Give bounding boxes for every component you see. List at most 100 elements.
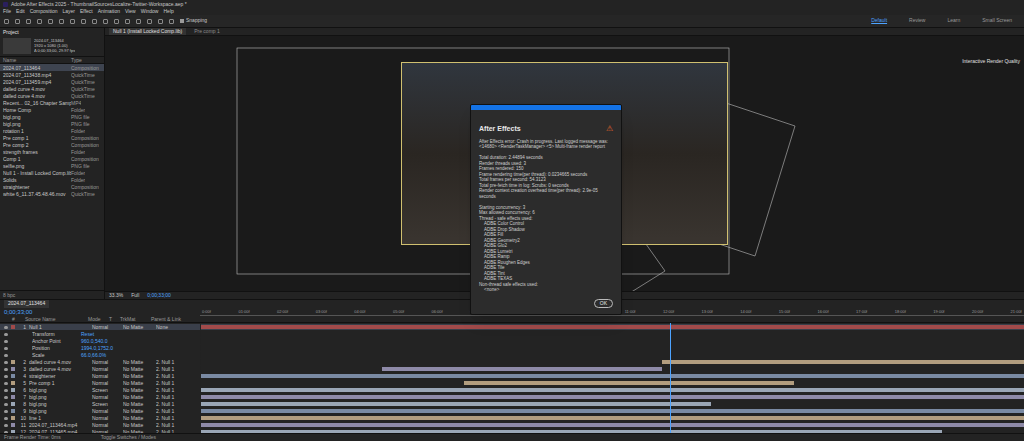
layer-mode[interactable]: Normal	[92, 359, 120, 365]
layer-name[interactable]: Null 1	[29, 324, 89, 330]
layer-parent[interactable]: 2. Null 1	[156, 415, 186, 421]
workspace-tab[interactable]: Review	[901, 17, 933, 25]
layer-parent[interactable]: 2. Null 1	[156, 373, 186, 379]
menu-item[interactable]: Composition	[30, 8, 58, 15]
timeline-row[interactable]: 2dalled curve 4.movNormalNo Matte2. Null…	[0, 359, 1024, 365]
menu-item[interactable]: File	[3, 8, 11, 15]
timeline-row[interactable]: TransformReset	[0, 331, 1024, 337]
layer-parent[interactable]: 2. Null 1	[156, 429, 186, 433]
eye-icon[interactable]	[4, 347, 8, 350]
tool-icon[interactable]	[92, 19, 97, 24]
layer-name[interactable]: bigl.png	[29, 401, 89, 407]
layer-bar[interactable]	[201, 388, 1024, 392]
layer-bar[interactable]	[201, 395, 1024, 399]
layer-trkmat[interactable]: No Matte	[123, 415, 153, 421]
project-item[interactable]: strength framesFolder	[0, 148, 104, 155]
tool-icon[interactable]	[169, 19, 174, 24]
layer-name[interactable]: dalled curve 4.mov	[29, 366, 89, 372]
playhead[interactable]	[670, 323, 671, 433]
tool-icon[interactable]	[48, 19, 53, 24]
project-item[interactable]: 2024.07_113438.mp4QuickTime	[0, 71, 104, 78]
timeline-row[interactable]: 1Null 1NormalNo MatteNone	[0, 324, 1024, 330]
layer-parent[interactable]: 2. Null 1	[156, 401, 186, 407]
project-item[interactable]: white 6_11.37.45.48.46.movQuickTime	[0, 190, 104, 197]
property-value[interactable]: 1994.0,1752.0	[81, 345, 113, 351]
viewer-tab[interactable]: Null 1 (Install Locked Comp.lib)	[109, 28, 186, 36]
project-item[interactable]: Pre comp 1Composition	[0, 134, 104, 141]
layer-name[interactable]: 2024.07_113465.mp4	[29, 429, 89, 433]
eye-icon[interactable]	[4, 333, 8, 336]
layer-parent[interactable]: 2. Null 1	[156, 422, 186, 428]
timeline-row[interactable]: 8bigl.pngScreenNo Matte2. Null 1	[0, 401, 1024, 407]
workspace-tab[interactable]: Small Screen	[974, 17, 1020, 25]
project-item[interactable]: dalled curve 4.movQuickTime	[0, 92, 104, 99]
menu-item[interactable]: Layer	[62, 8, 75, 15]
eye-icon[interactable]	[4, 361, 8, 364]
project-item[interactable]: straightenerComposition	[0, 183, 104, 190]
tool-icon[interactable]	[125, 19, 130, 24]
layer-mode[interactable]: Normal	[92, 415, 120, 421]
project-item[interactable]: Null 1 - Install Locked Comp.libFolder	[0, 169, 104, 176]
eye-icon[interactable]	[4, 389, 8, 392]
menu-item[interactable]: Help	[163, 8, 173, 15]
project-item[interactable]: Pre comp 2Composition	[0, 141, 104, 148]
layer-parent[interactable]: 2. Null 1	[156, 394, 186, 400]
layer-trkmat[interactable]: No Matte	[123, 422, 153, 428]
property-value[interactable]: 960.0,540.0	[81, 338, 107, 344]
toggle-switches[interactable]: Toggle Switches / Modes	[101, 434, 156, 441]
project-item[interactable]: selfie.pngPNG file	[0, 162, 104, 169]
tool-icon[interactable]	[4, 19, 9, 24]
tool-icon[interactable]	[15, 19, 20, 24]
eye-icon[interactable]	[4, 410, 8, 413]
layer-trkmat[interactable]: No Matte	[123, 359, 153, 365]
timeline-row[interactable]: 9bigl.pngNormalNo Matte2. Null 1	[0, 408, 1024, 414]
project-item[interactable]: bigl.pngPNG file	[0, 113, 104, 120]
eye-icon[interactable]	[4, 340, 8, 343]
project-item[interactable]: bigl.pngPNG file	[0, 120, 104, 127]
project-item[interactable]: SolidsFolder	[0, 176, 104, 183]
timeline-row[interactable]: Position1994.0,1752.0	[0, 345, 1024, 351]
snapping-toggle[interactable]: Snapping	[180, 17, 207, 25]
layer-mode[interactable]: Screen	[92, 401, 120, 407]
tool-icon[interactable]	[81, 19, 86, 24]
property-value[interactable]: Reset	[81, 331, 94, 337]
eye-icon[interactable]	[4, 382, 8, 385]
layer-bar[interactable]	[201, 402, 711, 406]
timeline-row[interactable]: 3dalled curve 4.movNormalNo Matte2. Null…	[0, 366, 1024, 372]
eye-icon[interactable]	[4, 375, 8, 378]
layer-bar[interactable]	[201, 325, 1024, 329]
tool-icon[interactable]	[26, 19, 31, 24]
layer-trkmat[interactable]: No Matte	[123, 408, 153, 414]
project-item[interactable]: 2024.07_113464Composition	[0, 64, 104, 71]
timeline-tab[interactable]: 2024.07_113464	[4, 300, 49, 308]
layer-name[interactable]: line 1	[29, 415, 89, 421]
layer-mode[interactable]: Normal	[92, 429, 120, 433]
layer-name[interactable]: bigl.png	[29, 387, 89, 393]
project-item[interactable]: rotation 1Folder	[0, 127, 104, 134]
ok-button[interactable]: OK	[594, 299, 613, 308]
menu-item[interactable]: Window	[141, 8, 159, 15]
layer-mode[interactable]: Normal	[92, 373, 120, 379]
layer-name[interactable]: dalled curve 4.mov	[29, 359, 89, 365]
layer-mode[interactable]: Screen	[92, 387, 120, 393]
project-item[interactable]: Home CompFolder	[0, 106, 104, 113]
layer-mode[interactable]: Normal	[92, 394, 120, 400]
layer-bar[interactable]	[201, 409, 1024, 413]
layer-mode[interactable]: Normal	[92, 366, 120, 372]
layer-bar[interactable]	[382, 367, 662, 371]
eye-icon[interactable]	[4, 396, 8, 399]
workspace-tab[interactable]: Default	[863, 17, 895, 25]
menu-item[interactable]: Effect	[80, 8, 93, 15]
layer-parent[interactable]: 2. Null 1	[156, 359, 186, 365]
eye-icon[interactable]	[4, 326, 8, 329]
eye-icon[interactable]	[4, 431, 8, 434]
layer-bar[interactable]	[464, 381, 793, 385]
tool-icon[interactable]	[37, 19, 42, 24]
layer-name[interactable]: 2024.07_113464.mp4	[29, 422, 89, 428]
layer-name[interactable]: bigl.png	[29, 408, 89, 414]
project-item[interactable]: 2024.07_113459.mp4QuickTime	[0, 78, 104, 85]
layer-parent[interactable]: 2. Null 1	[156, 387, 186, 393]
menu-item[interactable]: Animation	[98, 8, 120, 15]
timeline-row[interactable]: 10line 1NormalNo Matte2. Null 1	[0, 415, 1024, 421]
panel-tab[interactable]: Project	[0, 28, 104, 36]
